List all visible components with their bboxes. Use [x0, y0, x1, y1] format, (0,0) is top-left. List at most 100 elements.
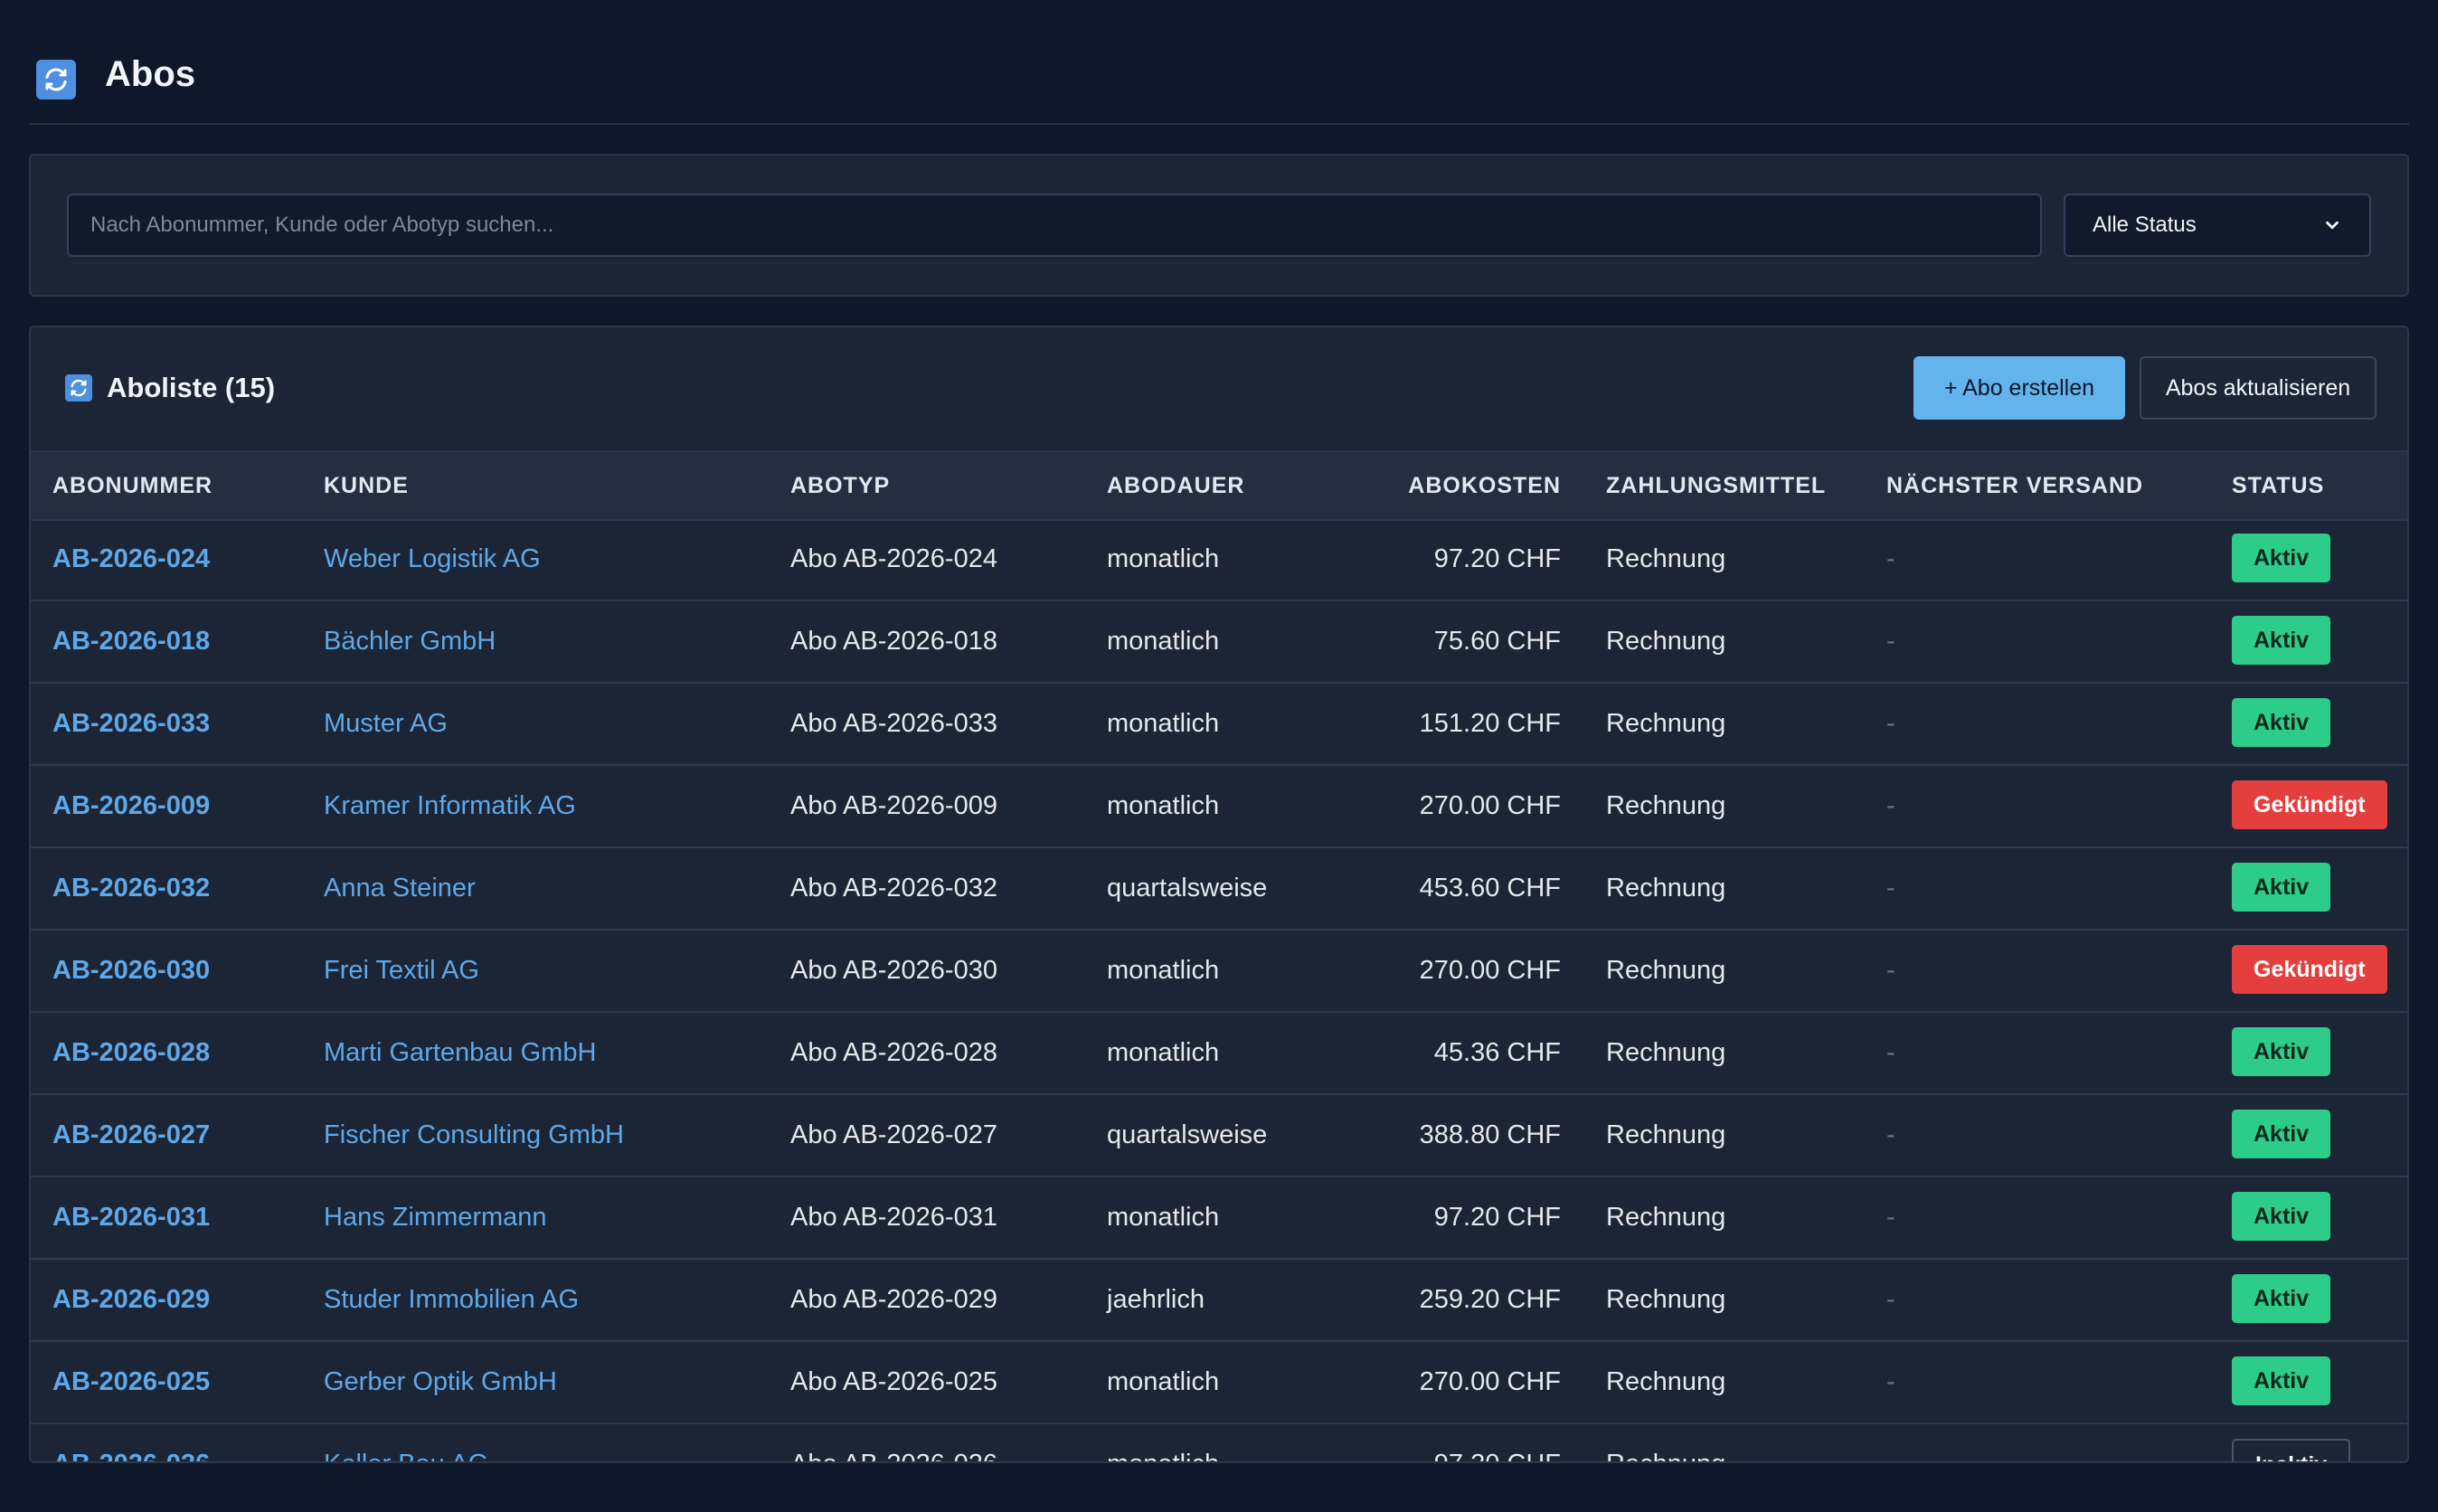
customer-link[interactable]: Gerber Optik GmbH: [324, 1342, 557, 1422]
payment-method: Rechnung: [1606, 791, 1726, 820]
next-shipment: -: [1886, 956, 1895, 985]
subscription-number-link[interactable]: AB-2026-024: [52, 519, 210, 600]
refresh-subscriptions-button[interactable]: Abos aktualisieren: [2140, 356, 2377, 420]
subscription-type: Abo AB-2026-024: [790, 544, 997, 573]
customer-link[interactable]: Kramer Informatik AG: [324, 766, 576, 846]
table-row[interactable]: AB-2026-032 Anna Steiner Abo AB-2026-032 qu…: [31, 848, 2407, 931]
subscription-number-link[interactable]: AB-2026-025: [52, 1342, 210, 1422]
payment-method: Rechnung: [1606, 1203, 1726, 1232]
subscription-number-link[interactable]: AB-2026-027: [52, 1095, 210, 1176]
status-cell: Inaktiv: [2232, 1424, 2351, 1461]
subscription-list-panel: Aboliste (15) + Abo erstellen Abos aktua…: [29, 326, 2409, 1463]
subscription-cost: 388.80 CHF: [1419, 1120, 1561, 1149]
customer-link[interactable]: Muster AG: [324, 684, 448, 764]
column-header-kunde[interactable]: Kunde: [324, 452, 409, 519]
customer-link[interactable]: Studer Immobilien AG: [324, 1260, 579, 1340]
customer-link[interactable]: Marti Gartenbau GmbH: [324, 1013, 596, 1093]
filter-panel: Alle Status: [29, 154, 2409, 297]
status-badge: Aktiv: [2232, 698, 2331, 748]
table-row[interactable]: AB-2026-009 Kramer Informatik AG Abo AB-20…: [31, 766, 2407, 848]
status-badge: Gekündigt: [2232, 780, 2387, 830]
subscription-number-link[interactable]: AB-2026-028: [52, 1013, 210, 1093]
subscription-type: Abo AB-2026-026: [790, 1424, 997, 1461]
payment-method: Rechnung: [1606, 1038, 1726, 1067]
subscription-duration: monatlich: [1107, 544, 1220, 573]
subscription-cost: 75.60 CHF: [1433, 627, 1561, 656]
table-row[interactable]: AB-2026-025 Gerber Optik GmbH Abo AB-2026-…: [31, 1342, 2407, 1424]
table-row[interactable]: AB-2026-024 Weber Logistik AG Abo AB-2026-…: [31, 519, 2407, 601]
column-header-abotyp[interactable]: Abotyp: [790, 452, 890, 519]
subscription-duration: monatlich: [1107, 1367, 1220, 1396]
column-header-zahlungsmittel[interactable]: Zahlungsmittel: [1606, 452, 1826, 519]
table-row[interactable]: AB-2026-033 Muster AG Abo AB-2026-033 monat…: [31, 684, 2407, 766]
payment-method: Rechnung: [1606, 627, 1726, 656]
subscription-cost: 270.00 CHF: [1419, 956, 1561, 985]
payment-method: Rechnung: [1606, 1424, 1725, 1461]
column-header-abonummer[interactable]: Abonummer: [52, 452, 213, 519]
subscription-type: Abo AB-2026-029: [790, 1285, 997, 1314]
status-badge: Aktiv: [2232, 863, 2331, 912]
subscription-number-link[interactable]: AB-2026-030: [52, 931, 210, 1011]
customer-link[interactable]: Anna Steiner: [324, 848, 476, 929]
column-header-naechster-versand[interactable]: Nächster Versand: [1886, 452, 2143, 519]
status-cell: Aktiv: [2232, 1095, 2331, 1176]
column-header-status[interactable]: Status: [2232, 452, 2324, 519]
table-header: Abonummer Kunde Abotyp Abodauer Abokoste…: [31, 450, 2407, 521]
subscription-cost: 270.00 CHF: [1419, 791, 1561, 820]
subscription-duration: monatlich: [1107, 709, 1220, 738]
subscription-number-link[interactable]: AB-2026-029: [52, 1260, 210, 1340]
column-header-abodauer[interactable]: Abodauer: [1107, 452, 1244, 519]
chevron-down-icon: [2326, 221, 2339, 230]
subscription-type: Abo AB-2026-031: [790, 1203, 997, 1232]
subscription-number-link[interactable]: AB-2026-009: [52, 766, 210, 846]
table-row[interactable]: AB-2026-029 Studer Immobilien AG Abo AB-20…: [31, 1260, 2407, 1342]
table-row[interactable]: AB-2026-028 Marti Gartenbau GmbH Abo AB-20…: [31, 1013, 2407, 1095]
next-shipment: -: [1886, 1285, 1895, 1314]
customer-link[interactable]: Bächler GmbH: [324, 601, 496, 682]
refresh-icon: [65, 374, 92, 402]
status-badge: Gekündigt: [2232, 945, 2387, 995]
status-filter-select[interactable]: Alle Status: [2064, 194, 2371, 257]
next-shipment: -: [1886, 1424, 1895, 1461]
status-cell: Gekündigt: [2232, 766, 2387, 846]
status-badge: Inaktiv: [2232, 1439, 2351, 1461]
table-row[interactable]: AB-2026-018 Bächler GmbH Abo AB-2026-018 mo…: [31, 601, 2407, 684]
next-shipment: -: [1886, 791, 1895, 820]
subscription-number-link[interactable]: AB-2026-032: [52, 848, 210, 929]
next-shipment: -: [1886, 709, 1895, 738]
subscription-duration: monatlich: [1107, 956, 1220, 985]
customer-link[interactable]: Weber Logistik AG: [324, 519, 541, 600]
search-input[interactable]: [67, 194, 2042, 257]
subscription-type: Abo AB-2026-030: [790, 956, 997, 985]
subscription-cost: 270.00 CHF: [1419, 1367, 1561, 1396]
table-row[interactable]: AB-2026-031 Hans Zimmermann Abo AB-2026-03…: [31, 1177, 2407, 1260]
subscription-duration: monatlich: [1107, 1424, 1219, 1461]
customer-link[interactable]: Fischer Consulting GmbH: [324, 1095, 624, 1176]
table-row[interactable]: AB-2026-026 Keller Bau AG Abo AB-2026-026 m…: [31, 1424, 2407, 1461]
next-shipment: -: [1886, 1120, 1895, 1149]
next-shipment: -: [1886, 544, 1895, 573]
table-row[interactable]: AB-2026-027 Fischer Consulting GmbH Abo AB…: [31, 1095, 2407, 1177]
subscription-number-link[interactable]: AB-2026-026: [52, 1424, 210, 1461]
subscription-duration: jaehrlich: [1107, 1285, 1205, 1314]
page-header: Abos: [29, 36, 2409, 125]
table-body: AB-2026-024 Weber Logistik AG Abo AB-2026-…: [31, 519, 2407, 1461]
subscription-number-link[interactable]: AB-2026-018: [52, 601, 210, 682]
status-badge: Aktiv: [2232, 1192, 2331, 1242]
customer-link[interactable]: Hans Zimmermann: [324, 1177, 547, 1258]
status-badge: Aktiv: [2232, 616, 2331, 666]
table-row[interactable]: AB-2026-030 Frei Textil AG Abo AB-2026-030…: [31, 931, 2407, 1013]
column-header-abokosten[interactable]: Abokosten: [1333, 452, 1561, 519]
create-subscription-button[interactable]: + Abo erstellen: [1914, 356, 2125, 420]
status-cell: Aktiv: [2232, 601, 2331, 682]
subscription-type: Abo AB-2026-028: [790, 1038, 997, 1067]
payment-method: Rechnung: [1606, 956, 1726, 985]
customer-link[interactable]: Frei Textil AG: [324, 931, 479, 1011]
customer-link[interactable]: Keller Bau AG: [324, 1424, 488, 1461]
subscription-type: Abo AB-2026-032: [790, 874, 997, 902]
status-filter-value: Alle Status: [2093, 213, 2197, 237]
subscription-duration: quartalsweise: [1107, 1120, 1268, 1149]
subscription-number-link[interactable]: AB-2026-033: [52, 684, 210, 764]
subscription-number-link[interactable]: AB-2026-031: [52, 1177, 210, 1258]
list-title: Aboliste (15): [107, 372, 276, 403]
